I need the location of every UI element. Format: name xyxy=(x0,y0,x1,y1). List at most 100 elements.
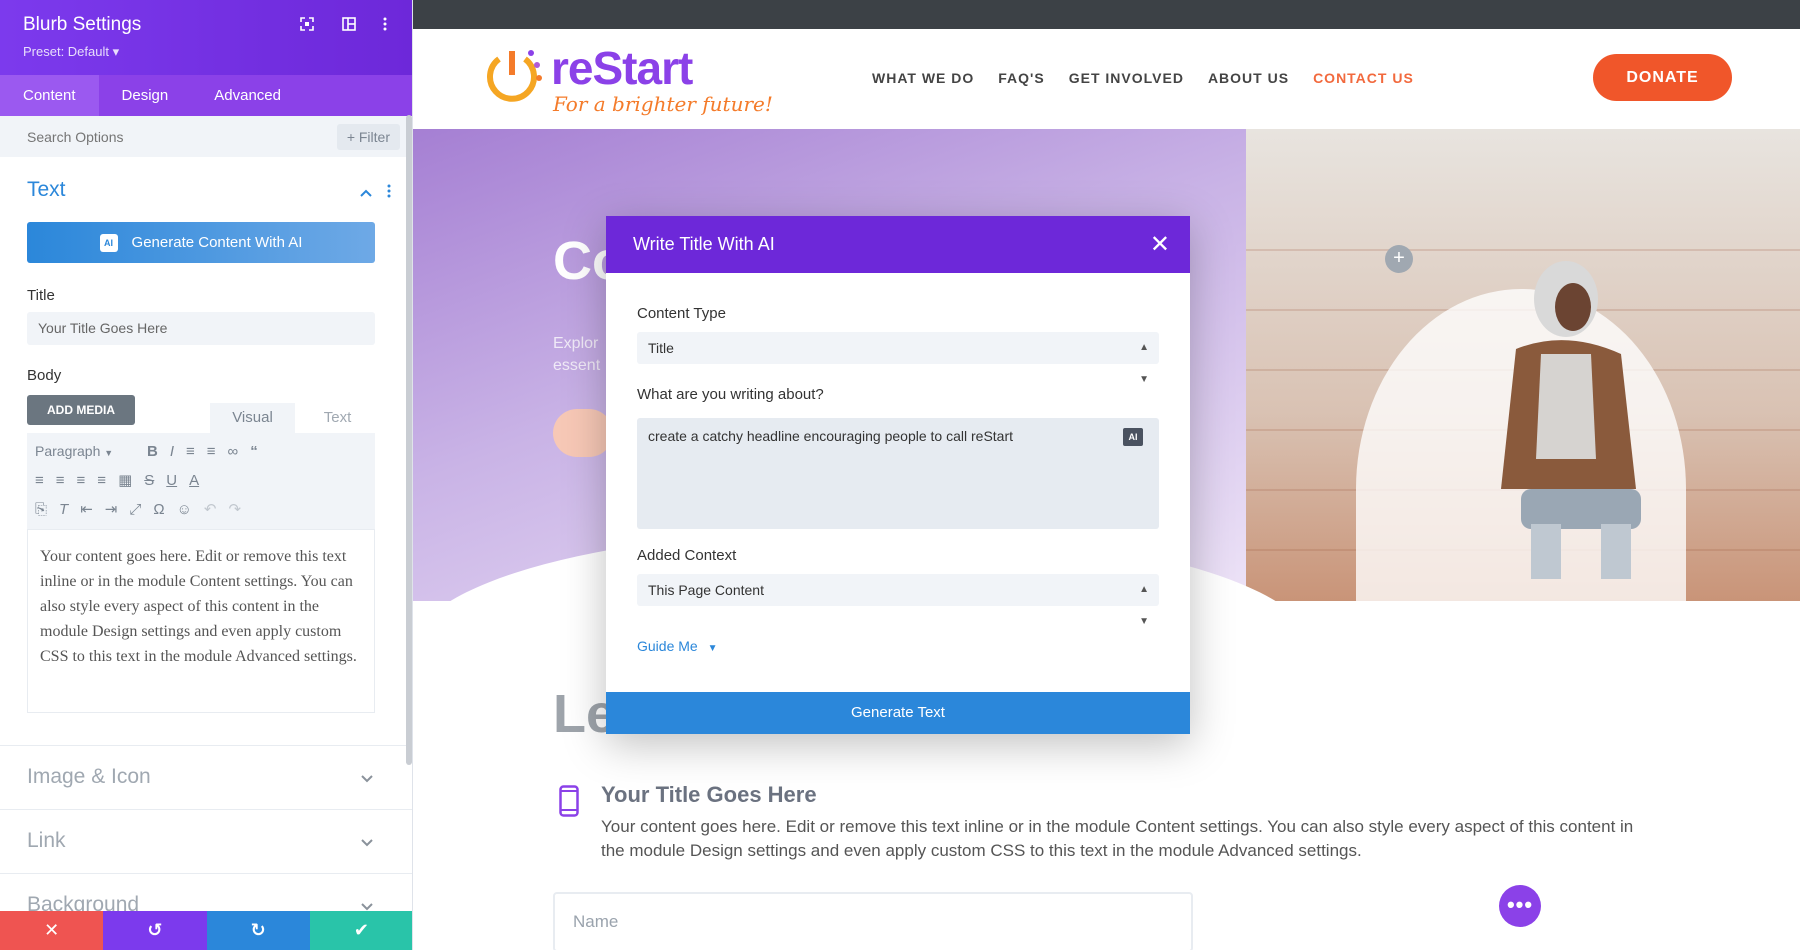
emoji-icon[interactable]: ☺ xyxy=(177,501,192,518)
align-left-icon[interactable]: ≡ xyxy=(35,472,44,489)
redo-button[interactable]: ↻ xyxy=(206,911,310,950)
generate-content-label: Generate Content With AI xyxy=(131,234,303,251)
generate-text-button[interactable]: Generate Text xyxy=(606,692,1190,734)
content-type-label: Content Type xyxy=(637,305,726,322)
nav-about-us[interactable]: ABOUT US xyxy=(1208,70,1289,86)
logo-tagline: For a brighter future! xyxy=(553,92,773,116)
content-type-select[interactable]: Title ▲ ▼ xyxy=(637,332,1159,385)
link-icon[interactable]: ∞ xyxy=(228,443,239,460)
text-section-title[interactable]: Text xyxy=(27,178,66,202)
add-media-button[interactable]: ADD MEDIA xyxy=(27,395,135,425)
indent-icon[interactable]: ⇥ xyxy=(105,500,118,518)
paste-icon[interactable]: ⎘ xyxy=(35,501,47,518)
title-label: Title xyxy=(27,287,55,304)
select-arrows-icon: ▲ ▼ xyxy=(1139,342,1149,385)
page-settings-dots-button[interactable]: ••• xyxy=(1499,885,1541,927)
fullscreen-icon[interactable] xyxy=(297,16,317,36)
caret-down-icon: ▼ xyxy=(707,643,718,654)
blurb-body[interactable]: Your content goes here. Edit or remove t… xyxy=(601,815,1661,863)
writing-about-label: What are you writing about? xyxy=(637,386,824,403)
section-link[interactable]: Link xyxy=(0,809,412,873)
undo-icon[interactable]: ↶ xyxy=(204,500,217,518)
table-icon[interactable]: ▦ xyxy=(118,471,132,489)
more-options-icon[interactable] xyxy=(375,16,395,36)
bold-icon[interactable]: B xyxy=(147,443,158,460)
hero-cta-button[interactable] xyxy=(553,409,613,457)
content-type-value: Title xyxy=(648,340,674,356)
numbered-list-icon[interactable]: ≡ xyxy=(207,443,216,460)
redo-icon[interactable]: ↷ xyxy=(228,500,241,518)
writing-about-textarea[interactable]: create a catchy headline encouraging peo… xyxy=(637,418,1159,529)
added-context-value: This Page Content xyxy=(648,582,764,598)
tab-advanced[interactable]: Advanced xyxy=(191,75,304,116)
tab-content[interactable]: Content xyxy=(0,75,99,116)
section-image-icon[interactable]: Image & Icon xyxy=(0,745,412,809)
blockquote-icon[interactable]: “ xyxy=(250,443,258,460)
search-row: + Filter xyxy=(0,116,412,157)
close-icon[interactable]: ✕ xyxy=(1150,230,1170,259)
added-context-select[interactable]: This Page Content ▲ ▼ xyxy=(637,574,1159,627)
ai-icon: AI xyxy=(99,234,118,253)
body-editor[interactable]: Your content goes here. Edit or remove t… xyxy=(27,529,375,713)
generate-content-ai-button[interactable]: AI Generate Content With AI xyxy=(27,222,375,263)
body-label: Body xyxy=(27,367,62,384)
donate-button[interactable]: DONATE xyxy=(1593,54,1732,101)
blurb-title[interactable]: Your Title Goes Here xyxy=(601,782,817,808)
tab-design[interactable]: Design xyxy=(99,75,192,116)
italic-icon[interactable]: I xyxy=(170,443,174,460)
chevron-down-icon xyxy=(361,834,373,850)
guide-me-label: Guide Me xyxy=(637,638,698,654)
undo-button[interactable]: ↺ xyxy=(103,911,207,950)
add-module-button[interactable]: + xyxy=(1385,245,1413,273)
ai-icon[interactable]: AI xyxy=(1123,428,1143,446)
title-input[interactable]: Your Title Goes Here xyxy=(27,312,375,345)
discard-button[interactable]: ✕ xyxy=(0,911,104,950)
align-center-icon[interactable]: ≡ xyxy=(56,472,65,489)
site-header: reStart For a brighter future! WHAT WE D… xyxy=(413,29,1800,129)
panel-scrollbar[interactable] xyxy=(406,115,412,765)
section-title: Image & Icon xyxy=(27,765,151,788)
person-illustration xyxy=(1501,261,1641,579)
preset-dropdown[interactable]: Preset: Default ▾ xyxy=(23,44,119,60)
chevron-down-icon xyxy=(361,770,373,786)
filter-button[interactable]: + Filter xyxy=(336,124,400,150)
fullscreen-editor-icon[interactable]: ⤢ xyxy=(129,501,141,518)
logo-text[interactable]: reStart xyxy=(551,41,693,95)
nav-faqs[interactable]: FAQ'S xyxy=(998,70,1044,86)
underline-icon[interactable]: U xyxy=(166,472,177,489)
write-title-ai-modal: Write Title With AI ✕ Content Type Title… xyxy=(606,216,1190,734)
panel-title: Blurb Settings xyxy=(23,14,142,35)
nav-contact-us[interactable]: CONTACT US xyxy=(1313,70,1414,86)
guide-me-toggle[interactable]: Guide Me ▼ xyxy=(637,638,718,654)
modal-title: Write Title With AI xyxy=(633,234,775,254)
editor-toolbar: Paragraph ▼ B I ≡ ≡ ∞ “ ≡ ≡ ≡ ≡ ▦ S U A … xyxy=(27,433,375,529)
nav-get-involved[interactable]: GET INVOLVED xyxy=(1069,70,1184,86)
paragraph-select[interactable]: Paragraph ▼ xyxy=(35,443,135,459)
hero-image xyxy=(1246,129,1800,601)
section-options-icon[interactable] xyxy=(387,184,391,203)
added-context-label: Added Context xyxy=(637,547,737,564)
panel-tabs: Content Design Advanced xyxy=(0,75,412,116)
editor-tab-text[interactable]: Text xyxy=(295,403,380,433)
nav-what-we-do[interactable]: WHAT WE DO xyxy=(872,70,974,86)
main-nav: WHAT WE DO FAQ'S GET INVOLVED ABOUT US C… xyxy=(872,70,1414,86)
name-field[interactable]: Name xyxy=(553,892,1193,950)
clear-formatting-icon[interactable]: T xyxy=(59,501,68,518)
text-color-icon[interactable]: A xyxy=(189,472,199,489)
bullet-list-icon[interactable]: ≡ xyxy=(186,443,195,460)
site-top-bar xyxy=(413,0,1800,29)
search-options-input[interactable] xyxy=(0,116,320,157)
align-right-icon[interactable]: ≡ xyxy=(77,472,86,489)
modal-header: Write Title With AI ✕ xyxy=(606,216,1190,273)
section-title: Link xyxy=(27,829,66,852)
save-button[interactable]: ✔ xyxy=(309,911,412,950)
blurb-settings-panel: Blurb Settings Preset: Default ▾ Content… xyxy=(0,0,413,950)
editor-tab-visual[interactable]: Visual xyxy=(210,403,295,433)
outdent-icon[interactable]: ⇤ xyxy=(80,500,93,518)
justify-icon[interactable]: ≡ xyxy=(97,472,106,489)
strikethrough-icon[interactable]: S xyxy=(144,472,154,489)
chevron-up-icon[interactable] xyxy=(360,184,372,200)
power-logo-icon xyxy=(487,50,542,102)
special-character-icon[interactable]: Ω xyxy=(153,501,164,518)
split-view-icon[interactable] xyxy=(339,16,359,36)
